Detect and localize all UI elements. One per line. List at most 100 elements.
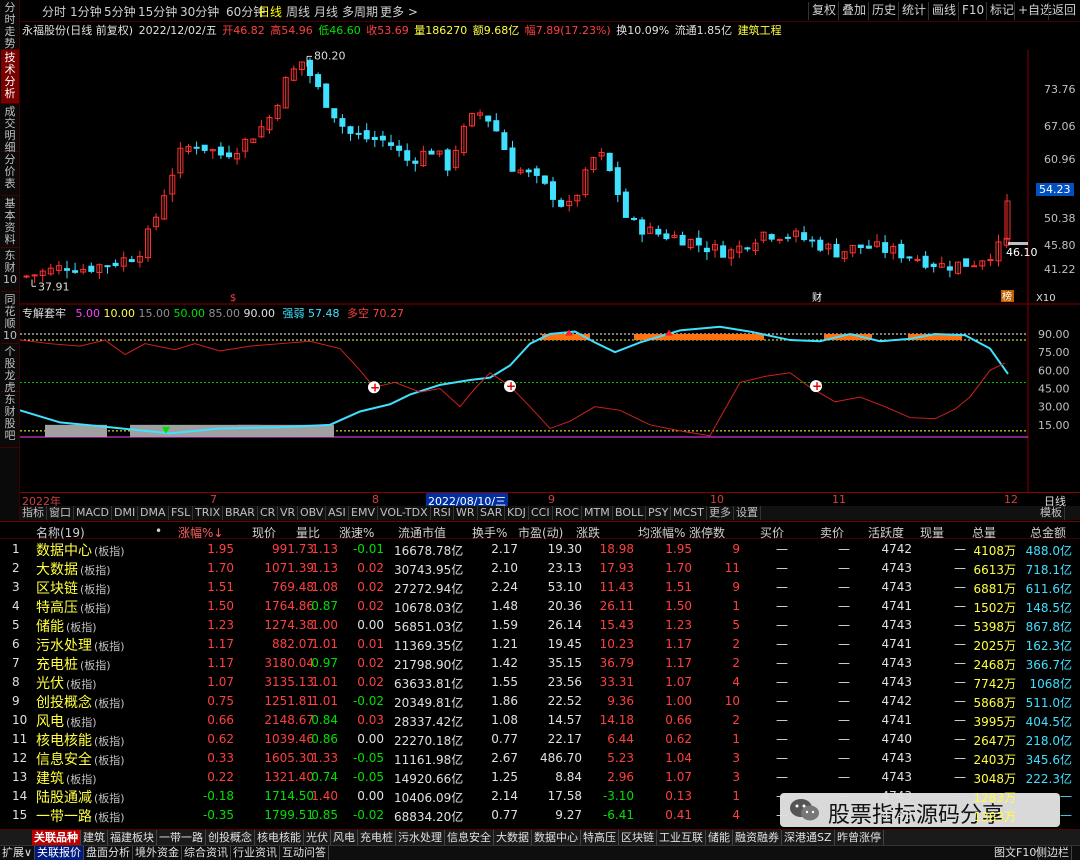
sector-tab-11[interactable]: 信息安全 xyxy=(445,830,494,846)
period-1[interactable]: 分时 xyxy=(42,3,66,20)
board-name[interactable]: 创投概念 (板指) xyxy=(36,692,125,712)
col-header-2[interactable]: • xyxy=(155,524,162,538)
indicator-tab-11[interactable]: OBV xyxy=(298,506,327,520)
board-name[interactable]: 特高压 (板指) xyxy=(36,597,111,617)
indicator-tab-18[interactable]: KDJ xyxy=(505,506,529,520)
left-tab-1[interactable]: 分时走势 xyxy=(1,0,19,50)
left-tab-9[interactable]: 东财股吧 xyxy=(1,392,19,448)
sector-tab-18[interactable]: 融资融券 xyxy=(733,830,782,846)
sector-tab-5[interactable]: 创投概念 xyxy=(206,830,255,846)
template-button[interactable]: 模板 xyxy=(1038,506,1065,520)
board-name[interactable]: 建筑 (板指) xyxy=(36,768,97,788)
col-header-16[interactable]: 现量 xyxy=(920,524,944,541)
toolbar-btn-9[interactable]: 返回 xyxy=(1048,2,1079,20)
table-row[interactable]: 11 核电核能 (板指) 0.62 1039.46 0.86 0.00 22270.18亿 0.… xyxy=(0,730,1080,749)
col-header-18[interactable]: 总金额 xyxy=(1030,524,1066,541)
toolbar-btn-3[interactable]: 历史 xyxy=(868,2,899,20)
period-9[interactable]: 月线 xyxy=(314,3,338,20)
indicator-tab-19[interactable]: CCI xyxy=(529,506,553,520)
bottom-btn-7[interactable]: 互动问答 xyxy=(280,846,329,860)
board-name[interactable]: 储能 (板指) xyxy=(36,616,97,636)
indicator-tab-7[interactable]: TRIX xyxy=(193,506,224,520)
left-tab-3[interactable]: 成交明细 xyxy=(1,104,19,154)
sector-tab-10[interactable]: 污水处理 xyxy=(396,830,445,846)
sector-tab-13[interactable]: 数据中心 xyxy=(532,830,581,846)
bottom-btn-1[interactable]: 扩展∨ xyxy=(0,846,36,860)
sector-tab-6[interactable]: 核电核能 xyxy=(255,830,304,846)
table-row[interactable]: 7 充电桩 (板指) 1.17 3180.04 0.97 0.02 21798.90亿 1.42… xyxy=(0,654,1080,673)
indicator-tab-6[interactable]: FSL xyxy=(169,506,194,520)
col-header-6[interactable]: 涨速% xyxy=(339,524,374,541)
col-header-15[interactable]: 活跃度 xyxy=(868,524,904,541)
sector-tab-3[interactable]: 福建板块 xyxy=(108,830,157,846)
sector-tab-20[interactable]: 昨曾涨停 xyxy=(835,830,884,846)
table-row[interactable]: 13 建筑 (板指) 0.22 1321.40 0.74 -0.05 14920.66亿 1.2… xyxy=(0,768,1080,787)
left-tab-4[interactable]: 分价表 xyxy=(1,152,19,196)
indicator-tab-13[interactable]: EMV xyxy=(349,506,378,520)
toolbar-btn-5[interactable]: 画线 xyxy=(928,2,959,20)
indicator-tab-15[interactable]: RSI xyxy=(431,506,454,520)
indicator-tab-14[interactable]: VOL-TDX xyxy=(378,506,431,520)
toolbar-btn-7[interactable]: 标记 xyxy=(986,2,1017,20)
indicator-tab-4[interactable]: DMI xyxy=(112,506,139,520)
indicator-tab-9[interactable]: CR xyxy=(258,506,279,520)
board-name[interactable]: 充电桩 (板指) xyxy=(36,654,111,674)
toolbar-btn-2[interactable]: 叠加 xyxy=(838,2,869,20)
indicator-name[interactable]: 专解套牢 xyxy=(22,307,66,320)
sector-tab-14[interactable]: 特高压 xyxy=(581,830,619,846)
left-tab-8[interactable]: 个股龙虎 xyxy=(1,344,19,394)
col-header-13[interactable]: 买价 xyxy=(760,524,784,541)
sector-tab-17[interactable]: 储能 xyxy=(706,830,733,846)
table-row[interactable]: 12 信息安全 (板指) 0.33 1605.30 1.33 -0.05 11161.98亿 2… xyxy=(0,749,1080,768)
bottom-btn-5[interactable]: 综合资讯 xyxy=(182,846,231,860)
col-header-12[interactable]: 涨停数 xyxy=(689,524,725,541)
sector-tab-9[interactable]: 充电桩 xyxy=(358,830,396,846)
period-10[interactable]: 多周期 xyxy=(342,3,378,20)
col-header-8[interactable]: 换手% xyxy=(472,524,507,541)
toolbar-btn-1[interactable]: 复权 xyxy=(808,2,839,20)
indicator-tab-8[interactable]: BRAR xyxy=(223,506,258,520)
period-7[interactable]: 日线 xyxy=(258,3,282,20)
table-row[interactable]: 6 污水处理 (板指) 1.17 882.07 1.01 0.01 11369.35亿 1.21… xyxy=(0,635,1080,654)
indicator-tab-26[interactable]: 设置 xyxy=(734,506,761,520)
board-name[interactable]: 信息安全 (板指) xyxy=(36,749,125,769)
board-name[interactable]: 核电核能 (板指) xyxy=(36,730,125,750)
board-name[interactable]: 风电 (板指) xyxy=(36,711,97,731)
sector-tab-19[interactable]: 深港通SZ xyxy=(782,830,835,846)
sidebar-button[interactable]: 侧边栏 xyxy=(1034,846,1072,860)
col-header-10[interactable]: 涨跌 xyxy=(576,524,600,541)
table-row[interactable]: 4 特高压 (板指) 1.50 1764.86 0.87 0.02 10678.03亿 1.48… xyxy=(0,597,1080,616)
period-2[interactable]: 1分钟 xyxy=(70,3,102,20)
indicator-tab-10[interactable]: VR xyxy=(278,506,299,520)
sector-tab-15[interactable]: 区块链 xyxy=(619,830,657,846)
col-header-14[interactable]: 卖价 xyxy=(820,524,844,541)
table-row[interactable]: 9 创投概念 (板指) 0.75 1251.81 1.01 -0.02 20349.81亿 1.… xyxy=(0,692,1080,711)
bottom-btn-4[interactable]: 境外资金 xyxy=(133,846,182,860)
left-tab-6[interactable]: 东财10 xyxy=(1,248,19,292)
sector-tab-8[interactable]: 风电 xyxy=(331,830,358,846)
left-tab-5[interactable]: 基本资料 xyxy=(1,196,19,248)
board-name[interactable]: 一带一路 (板指) xyxy=(36,806,125,826)
table-row[interactable]: 14 陆股通减 (板指) -0.18 1714.50 1.40 0.00 10406.09亿 2… xyxy=(0,787,1080,806)
col-header-5[interactable]: 量比 xyxy=(296,524,320,541)
table-row[interactable]: 5 储能 (板指) 1.23 1274.38 1.00 0.00 56851.03亿 1.59 2… xyxy=(0,616,1080,635)
board-name[interactable]: 光伏 (板指) xyxy=(36,673,97,693)
table-row[interactable]: 1 数据中心 (板指) 1.95 991.73 1.13 -0.01 16678.78亿 2.1… xyxy=(0,540,1080,559)
sector-tab-12[interactable]: 大数据 xyxy=(494,830,532,846)
board-name[interactable]: 大数据 (板指) xyxy=(36,559,111,579)
period-4[interactable]: 15分钟 xyxy=(138,3,177,20)
period-8[interactable]: 周线 xyxy=(286,3,310,20)
indicator-tab-17[interactable]: SAR xyxy=(478,506,506,520)
col-header-7[interactable]: 流通市值 xyxy=(398,524,446,541)
board-name[interactable]: 污水处理 (板指) xyxy=(36,635,125,655)
period-5[interactable]: 30分钟 xyxy=(180,3,219,20)
col-header-9[interactable]: 市盈(动) xyxy=(518,524,563,541)
col-header-17[interactable]: 总量 xyxy=(972,524,996,541)
table-row[interactable]: 10 风电 (板指) 0.66 2148.67 0.84 0.03 28337.42亿 1.08… xyxy=(0,711,1080,730)
col-header-11[interactable]: 均涨幅% xyxy=(638,524,685,541)
f10-button[interactable]: 图文F10 xyxy=(992,846,1040,860)
indicator-tab-23[interactable]: PSY xyxy=(646,506,672,520)
toolbar-btn-4[interactable]: 统计 xyxy=(898,2,929,20)
period-11[interactable]: 更多 > xyxy=(380,3,418,20)
board-name[interactable]: 区块链 (板指) xyxy=(36,578,111,598)
